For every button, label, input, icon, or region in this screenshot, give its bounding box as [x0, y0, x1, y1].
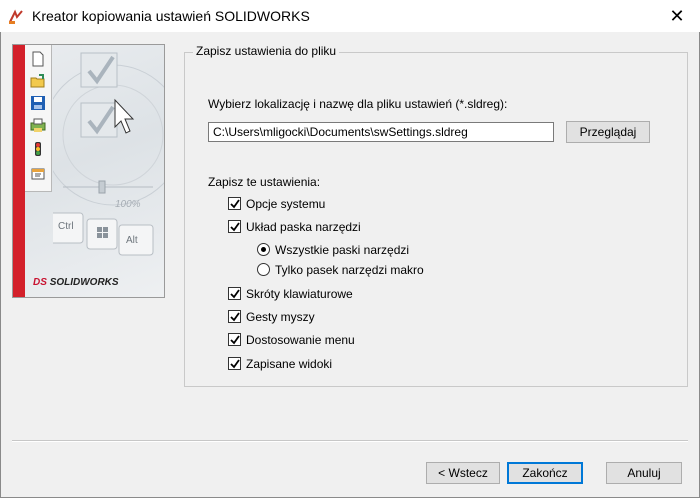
- save-disk-icon: [30, 95, 46, 111]
- wizard-app-icon: [8, 9, 24, 25]
- alt-key-label: Alt: [126, 235, 138, 246]
- new-document-icon: [30, 51, 46, 67]
- toolbar-layout-label: Układ paska narzędzi: [246, 220, 361, 234]
- checkbox-system-options[interactable]: [228, 197, 241, 210]
- location-prompt: Wybierz lokalizację i nazwę dla pliku us…: [208, 97, 508, 111]
- banner-red-stripe: [13, 45, 25, 297]
- footer-separator: [12, 440, 688, 442]
- checkbox-saved-views[interactable]: [228, 357, 241, 370]
- radio-macro-toolbar[interactable]: [257, 263, 270, 276]
- cancel-button[interactable]: Anuluj: [606, 462, 682, 484]
- window-title: Kreator kopiowania ustawień SOLIDWORKS: [32, 8, 310, 24]
- checkbox-keyboard-shortcuts[interactable]: [228, 287, 241, 300]
- wizard-banner-image: Ctrl Alt 100% DS SOLIDWORKS: [12, 44, 165, 298]
- menu-customization-label: Dostosowanie menu: [246, 333, 355, 347]
- properties-icon: [30, 165, 46, 181]
- keyboard-shortcuts-label: Skróty klawiaturowe: [246, 287, 353, 301]
- banner-artwork: [53, 52, 164, 256]
- saved-views-label: Zapisane widoki: [246, 357, 333, 371]
- solidworks-logo: DS SOLIDWORKS: [33, 277, 119, 288]
- title-bar: Kreator kopiowania ustawień SOLIDWORKS ✕: [0, 0, 700, 32]
- close-button[interactable]: ✕: [654, 0, 700, 32]
- traffic-light-icon: [30, 141, 46, 157]
- mouse-gestures-label: Gesty myszy: [246, 310, 315, 324]
- finish-button[interactable]: Zakończ: [507, 462, 583, 484]
- browse-button[interactable]: Przeglądaj: [566, 121, 650, 143]
- system-options-label: Opcje systemu: [246, 197, 326, 211]
- percent-label: 100%: [115, 199, 141, 210]
- save-settings-prompt: Zapisz te ustawienia:: [208, 175, 321, 189]
- checkbox-menu-customization[interactable]: [228, 333, 241, 346]
- print-icon: [30, 117, 46, 133]
- all-toolbars-label: Wszystkie paski narzędzi: [275, 243, 410, 257]
- back-button[interactable]: < Wstecz: [426, 462, 500, 484]
- file-path-input[interactable]: [208, 122, 554, 142]
- checkbox-toolbar-layout[interactable]: [228, 220, 241, 233]
- open-folder-icon: [30, 73, 46, 89]
- groupbox-title: Zapisz ustawienia do pliku: [193, 44, 340, 58]
- checkbox-mouse-gestures[interactable]: [228, 310, 241, 323]
- radio-all-toolbars[interactable]: [257, 243, 270, 256]
- macro-toolbar-label: Tylko pasek narzędzi makro: [275, 263, 424, 277]
- banner-toolbar: [25, 45, 52, 192]
- ctrl-key-label: Ctrl: [58, 221, 74, 232]
